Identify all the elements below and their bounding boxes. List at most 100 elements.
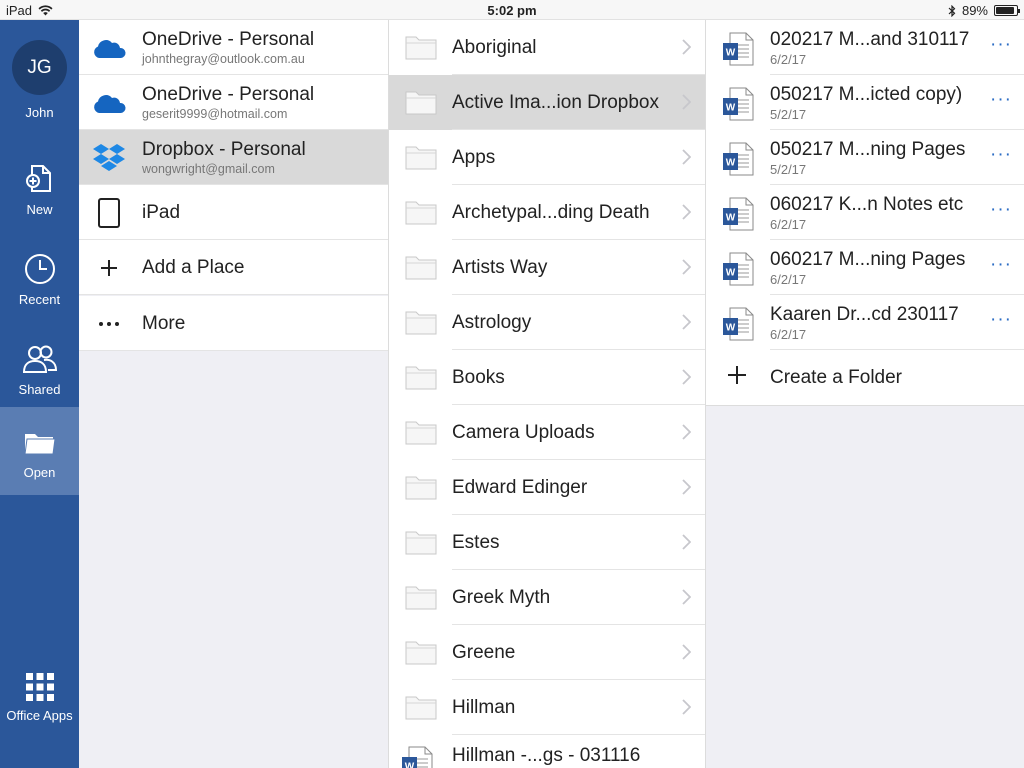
rail-item-label: Shared (18, 382, 61, 397)
folder-row[interactable]: Estes (389, 515, 705, 570)
word-doc-icon: W (723, 252, 754, 286)
folder-row[interactable]: Aboriginal (389, 20, 705, 75)
create-folder-button[interactable]: Create a Folder (706, 350, 1024, 406)
folder-row[interactable]: Books (389, 350, 705, 405)
chevron-right-icon (682, 644, 692, 660)
clock-icon (24, 254, 55, 284)
chevron-right-icon (682, 314, 692, 330)
folder-icon (405, 146, 437, 170)
place-subtitle: geserit9999@hotmail.com (142, 107, 288, 121)
more-places-button[interactable]: More (79, 296, 388, 351)
place-ipad[interactable]: iPad (79, 185, 388, 240)
folder-name: Greene (452, 642, 516, 663)
onedrive-icon (94, 40, 126, 58)
folder-name: Books (452, 367, 505, 388)
file-row[interactable]: W 020217 M...and 310117 6/2/17 ··· (706, 20, 1024, 75)
onedrive-icon (94, 95, 126, 113)
rail-item-open[interactable]: Open (0, 407, 79, 495)
plus-icon (101, 260, 117, 276)
folder-name: Estes (452, 532, 500, 553)
place-title: More (142, 313, 186, 334)
folder-icon (405, 696, 437, 720)
office-apps-button[interactable]: Office Apps (0, 660, 79, 748)
app-rail: JG John New Recent Shared Open Office Ap… (0, 20, 79, 768)
folder-row[interactable]: Apps (389, 130, 705, 185)
dropbox-icon (93, 144, 125, 171)
more-icon (99, 322, 119, 326)
word-doc-icon: W (723, 142, 754, 176)
place-title: OneDrive - Personal (142, 29, 315, 50)
file-date: 6/2/17 (770, 217, 807, 232)
folder-row[interactable]: Artists Way (389, 240, 705, 295)
chevron-right-icon (682, 479, 692, 495)
word-letter: W (726, 158, 736, 169)
folder-name: Astrology (452, 312, 532, 333)
folder-file-row[interactable]: W Hillman -...gs - 031116 ··· (389, 735, 705, 768)
chevron-right-icon (682, 204, 692, 220)
folder-icon (405, 91, 437, 115)
more-options-button[interactable]: ··· (990, 199, 1012, 221)
bluetooth-icon (948, 4, 956, 17)
folder-row[interactable]: Archetypal...ding Death (389, 185, 705, 240)
file-row[interactable]: W 060217 K...n Notes etc 6/2/17 ··· (706, 185, 1024, 240)
more-options-button[interactable]: ··· (990, 89, 1012, 111)
place-title: Add a Place (142, 257, 245, 278)
new-doc-icon (25, 165, 51, 192)
file-date: 5/2/17 (770, 162, 807, 177)
file-name: 060217 K...n Notes etc (770, 194, 964, 215)
word-doc-icon: W (723, 197, 754, 231)
rail-item-new[interactable]: New (0, 150, 79, 238)
battery-percent: 89% (961, 3, 988, 18)
folder-name: Apps (452, 147, 496, 168)
folder-row[interactable]: Active Ima...ion Dropbox (389, 75, 705, 130)
chevron-right-icon (682, 699, 692, 715)
file-row[interactable]: W 050217 M...icted copy) 5/2/17 ··· (706, 75, 1024, 130)
folder-row[interactable]: Astrology (389, 295, 705, 350)
folder-name: Artists Way (452, 257, 548, 278)
folder-row[interactable]: Greek Myth (389, 570, 705, 625)
folder-row[interactable]: Edward Edinger (389, 460, 705, 515)
folder-row[interactable]: Camera Uploads (389, 405, 705, 460)
file-date: 5/2/17 (770, 107, 807, 122)
chevron-right-icon (682, 94, 692, 110)
folder-name: Active Ima...ion Dropbox (452, 92, 659, 113)
chevron-right-icon (682, 534, 692, 550)
word-letter: W (726, 268, 736, 279)
places-list: OneDrive - Personal johnthegray@outlook.… (79, 20, 389, 768)
folder-name: Hillman (452, 697, 516, 718)
place-dropbox[interactable]: Dropbox - Personal wongwright@gmail.com (79, 130, 388, 185)
file-row[interactable]: W 060217 M...ning Pages 6/2/17 ··· (706, 240, 1024, 295)
word-doc-icon: W (402, 746, 433, 768)
word-letter: W (726, 213, 736, 224)
rail-item-label: Office Apps (6, 708, 73, 723)
avatar[interactable]: JG (12, 40, 67, 95)
people-icon (22, 345, 57, 373)
file-row[interactable]: W 050217 M...ning Pages 5/2/17 ··· (706, 130, 1024, 185)
battery-icon (994, 5, 1020, 16)
more-options-button[interactable]: ··· (990, 144, 1012, 166)
status-bar: iPad 5:02 pm 89% (0, 0, 1024, 20)
chevron-right-icon (682, 39, 692, 55)
chevron-right-icon (682, 149, 692, 165)
rail-item-label: Recent (18, 292, 61, 307)
more-options-button[interactable]: ··· (990, 254, 1012, 276)
rail-item-shared[interactable]: Shared (0, 330, 79, 418)
file-name: Kaaren Dr...cd 230117 (770, 304, 959, 325)
file-row[interactable]: W Kaaren Dr...cd 230117 6/2/17 ··· (706, 295, 1024, 350)
folder-icon (405, 256, 437, 280)
more-options-button[interactable]: ··· (669, 759, 691, 768)
more-options-button[interactable]: ··· (990, 34, 1012, 56)
folder-row[interactable]: Greene (389, 625, 705, 680)
create-folder-label: Create a Folder (770, 367, 903, 388)
rail-item-recent[interactable]: Recent (0, 240, 79, 328)
chevron-right-icon (682, 369, 692, 385)
add-place-button[interactable]: Add a Place (79, 240, 388, 295)
place-onedrive-2[interactable]: OneDrive - Personal geserit9999@hotmail.… (79, 75, 388, 130)
folder-row[interactable]: Hillman (389, 680, 705, 735)
folder-icon (405, 476, 437, 500)
folder-icon (405, 36, 437, 60)
user-name[interactable]: John (0, 105, 79, 120)
place-onedrive-1[interactable]: OneDrive - Personal johnthegray@outlook.… (79, 20, 388, 75)
more-options-button[interactable]: ··· (990, 309, 1012, 331)
folder-open-icon (23, 434, 56, 455)
